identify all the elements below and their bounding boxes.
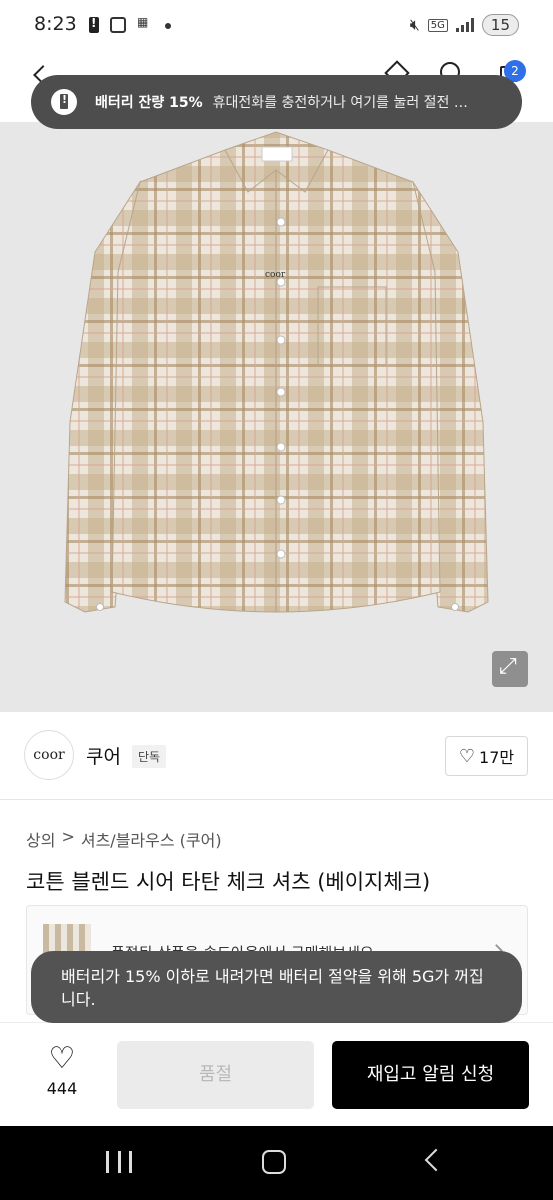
- brand-like-count: 17만: [479, 748, 515, 767]
- restock-alert-button[interactable]: 재입고 알림 신청: [332, 1041, 529, 1109]
- breadcrumb: 상의 > 셔츠/블라우스 (쿠어): [26, 827, 222, 851]
- status-right: 🔇︎ 5G 15: [410, 14, 519, 36]
- product-title: 코튼 블렌드 시어 타탄 체크 셔츠 (베이지체크): [26, 870, 431, 894]
- brand-logo[interactable]: coor: [24, 730, 74, 780]
- status-bar: 8:23 ▦ 🔇︎ 5G 15: [0, 0, 553, 52]
- recents-icon[interactable]: [106, 1151, 132, 1173]
- breadcrumb-subcategory[interactable]: 셔츠/블라우스 (쿠어): [81, 827, 222, 851]
- heart-icon: ♡: [48, 1041, 76, 1076]
- notification-dot-icon: [165, 23, 171, 29]
- bottom-action-bar: ♡ 444 품절 재입고 알림 신청: [0, 1022, 553, 1126]
- battery-alert-icon: [51, 89, 77, 115]
- shirt-illustration: [64, 131, 489, 613]
- battery-notification-text: 휴대전화를 충전하거나 여기를 눌러 절전 …: [212, 95, 468, 111]
- home-nav-icon[interactable]: [262, 1150, 286, 1174]
- signal-icon: [455, 18, 474, 32]
- shirt-label-tag: coor: [265, 270, 286, 280]
- heart-icon: ♡: [458, 745, 476, 767]
- wishlist-count: 444: [46, 1079, 78, 1098]
- battery-warning-icon: [89, 16, 99, 33]
- exclusive-badge: 단독: [132, 745, 167, 768]
- battery-toast: 배터리가 15% 이하로 내려가면 배터리 절약을 위해 5G가 꺼집니다.: [31, 951, 522, 1023]
- status-time: 8:23: [34, 13, 77, 35]
- brand-row: coor 쿠어 단독 ♡ 17만: [0, 712, 553, 800]
- system-nav-bar: [0, 1126, 553, 1200]
- wishlist-button[interactable]: ♡ 444: [36, 1043, 88, 1109]
- back-nav-icon[interactable]: [424, 1148, 448, 1172]
- expand-image-button[interactable]: [492, 651, 528, 687]
- brand-name[interactable]: 쿠어: [86, 742, 121, 769]
- mute-icon: 🔇︎: [409, 15, 420, 34]
- product-image[interactable]: coor: [0, 122, 553, 712]
- screenshot-icon: [110, 17, 126, 33]
- breadcrumb-separator: >: [61, 827, 75, 846]
- battery-notification-title: 배터리 잔량 15%: [95, 95, 203, 111]
- qr-icon: ▦: [137, 15, 149, 29]
- battery-level: 15: [481, 14, 519, 36]
- brand-like-button[interactable]: ♡ 17만: [445, 736, 528, 776]
- network-type: 5G: [427, 18, 448, 32]
- battery-notification[interactable]: 배터리 잔량 15% 휴대전화를 충전하거나 여기를 눌러 절전 …: [31, 75, 522, 129]
- breadcrumb-category[interactable]: 상의: [26, 827, 55, 851]
- soldout-button: 품절: [117, 1041, 314, 1109]
